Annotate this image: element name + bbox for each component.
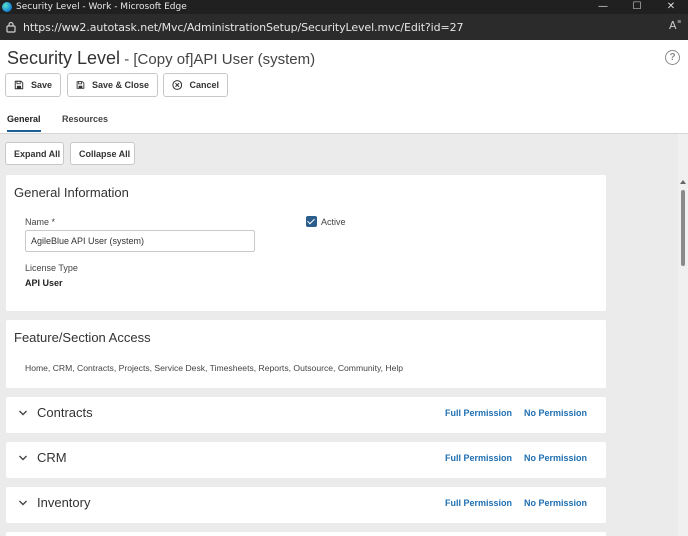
inventory-section[interactable]: Inventory Full Permission No Permission [6,487,606,523]
floppy-disk-icon [76,81,85,89]
feature-section-access-title: Feature/Section Access [14,330,151,345]
page-title: Security Level - [Copy of]API User (syst… [7,48,315,69]
help-icon[interactable]: ? [665,50,680,65]
minimize-button[interactable]: — [586,0,620,14]
read-aloud-icon[interactable]: A˭ [669,19,682,32]
crm-section-title: CRM [37,450,67,465]
active-label: Active [321,217,346,227]
chevron-down-icon[interactable] [18,453,28,463]
window-title: Security Level - Work - Microsoft Edge [16,2,187,12]
edge-logo-icon [2,2,12,12]
chevron-down-icon[interactable] [18,408,28,418]
url-text[interactable]: https://ww2.autotask.net/Mvc/Administrat… [23,21,464,34]
cancel-button[interactable]: Cancel [163,73,228,97]
expand-all-button[interactable]: Expand All [5,142,64,165]
page-header: Security Level - [Copy of]API User (syst… [0,40,688,134]
address-bar: https://ww2.autotask.net/Mvc/Administrat… [0,14,688,40]
feature-access-list: Home, CRM, Contracts, Projects, Service … [25,363,404,373]
scroll-up-arrow-icon[interactable] [680,180,686,184]
page-title-subtitle: - [Copy of]API User (system) [120,51,316,68]
close-window-button[interactable]: ✕ [654,0,688,14]
cancel-button-label: Cancel [189,80,219,90]
browser-title-bar: Security Level - Work - Microsoft Edge —… [0,0,688,14]
inventory-full-permission-link[interactable]: Full Permission [445,498,512,508]
save-close-button-label: Save & Close [91,80,149,90]
vertical-scrollbar[interactable] [678,134,688,536]
contracts-section-title: Contracts [37,405,93,420]
next-section-card [6,532,606,536]
tab-resources[interactable]: Resources [62,114,108,130]
page: Security Level - [Copy of]API User (syst… [0,40,688,536]
general-information-title: General Information [14,185,129,200]
window-controls: — ☐ ✕ [586,0,688,14]
name-input[interactable]: AgileBlue API User (system) [25,230,255,252]
save-button-label: Save [30,80,52,90]
crm-full-permission-link[interactable]: Full Permission [445,453,512,463]
inventory-section-title: Inventory [37,495,91,510]
crm-no-permission-link[interactable]: No Permission [524,453,587,463]
contracts-no-permission-link[interactable]: No Permission [524,408,587,418]
x-circle-icon [172,80,183,90]
contracts-section[interactable]: Contracts Full Permission No Permission [6,397,606,433]
chevron-down-icon[interactable] [18,498,28,508]
save-close-button[interactable]: Save & Close [67,73,158,97]
lock-icon[interactable] [4,20,18,34]
tab-bar: General Resources [0,110,688,134]
contracts-full-permission-link[interactable]: Full Permission [445,408,512,418]
collapse-all-button[interactable]: Collapse All [70,142,135,165]
maximize-button[interactable]: ☐ [620,0,654,14]
floppy-disk-icon [14,80,24,90]
required-mark: * [51,217,56,227]
inventory-no-permission-link[interactable]: No Permission [524,498,587,508]
crm-section[interactable]: CRM Full Permission No Permission [6,442,606,478]
page-title-main: Security Level [7,48,121,68]
general-information-card: General Information Name * AgileBlue API… [6,175,606,311]
content-area: Expand All Collapse All General Informat… [0,134,688,536]
scrollbar-thumb[interactable] [681,190,685,266]
name-label: Name * [25,217,56,227]
save-button[interactable]: Save [5,73,61,97]
license-type-value: API User [25,278,63,288]
license-type-label: License Type [25,263,78,273]
active-checkbox[interactable] [306,216,317,227]
feature-section-access-card: Feature/Section Access Home, CRM, Contra… [6,320,606,388]
tab-general[interactable]: General [7,114,41,132]
